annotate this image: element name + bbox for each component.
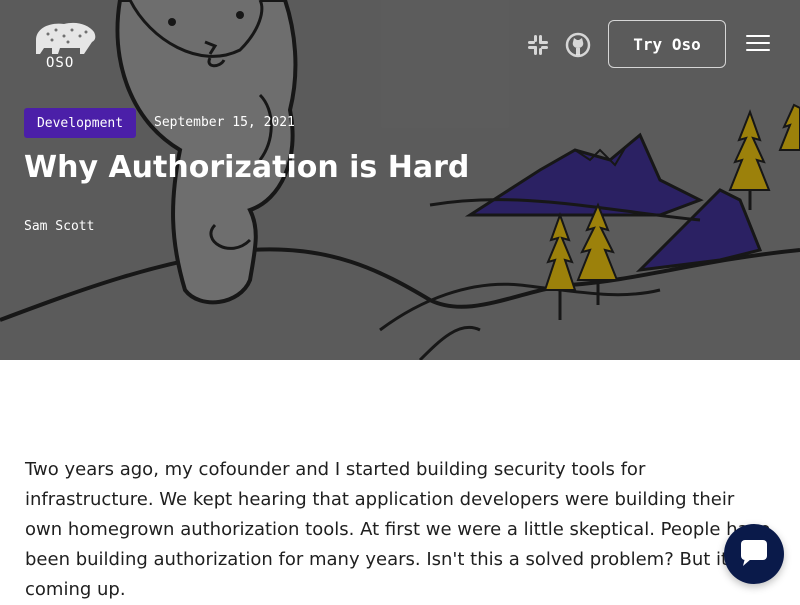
hero-banner: OSO Try Oso Development September 15, 20 — [0, 0, 800, 360]
post-author[interactable]: Sam Scott — [24, 219, 94, 234]
chat-widget-button[interactable] — [724, 524, 784, 584]
logo-text: OSO — [46, 55, 75, 71]
post-intro-paragraph: Two years ago, my cofounder and I starte… — [25, 459, 774, 600]
github-icon[interactable] — [565, 32, 591, 58]
post-title: Why Authorization is Hard — [24, 150, 470, 185]
chat-bubble-icon — [741, 540, 767, 566]
post-date: September 15, 2021 — [154, 115, 295, 130]
slack-icon[interactable] — [525, 32, 551, 58]
try-oso-button[interactable]: Try Oso — [608, 20, 726, 68]
bear-logo-icon — [36, 22, 96, 54]
category-badge[interactable]: Development — [24, 108, 136, 138]
menu-icon[interactable] — [746, 35, 770, 55]
